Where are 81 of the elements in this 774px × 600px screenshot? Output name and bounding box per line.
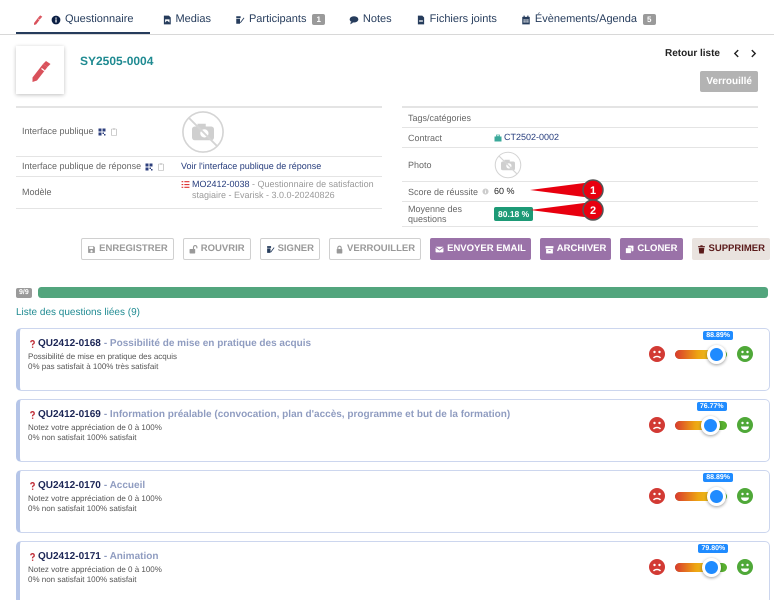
- field-label: Interface publique de réponse: [22, 160, 142, 173]
- action-button[interactable]: ENVOYER EMAIL: [430, 238, 531, 260]
- field-label: Moyenne des questions: [408, 204, 464, 224]
- section-title: Liste des questions liées (9): [15, 306, 141, 320]
- calendar-icon: [520, 14, 531, 24]
- floppy-icon: [87, 244, 96, 254]
- question-reference[interactable]: QU2412-0169: [38, 407, 101, 422]
- action-button[interactable]: SUPPRIMER: [692, 238, 770, 260]
- happy-face-icon: [737, 559, 753, 575]
- question-title: - Possibilité de mise en pratique des acquis: [104, 337, 312, 351]
- question-scale: 0% non satisfait 100% satisfait: [28, 433, 137, 443]
- sad-face-icon: [649, 417, 665, 433]
- question-mark-icon: [28, 410, 37, 420]
- score-value: 60 %: [494, 184, 515, 198]
- tab[interactable]: Participants 1: [222, 7, 337, 34]
- question-description: Possibilité de mise en pratique des acquis: [28, 352, 177, 362]
- sad-face-icon: [649, 488, 665, 504]
- field-label: Interface publique: [22, 125, 94, 138]
- archive-box-icon: [544, 244, 554, 254]
- action-button[interactable]: CLONER: [620, 238, 683, 260]
- no-photo-icon: [181, 110, 225, 154]
- count-badge: 1: [312, 14, 325, 25]
- question-mark-icon: [28, 552, 37, 562]
- question-title: - Animation: [104, 550, 158, 564]
- question-description: Notez votre appréciation de 0 à 100%: [28, 494, 162, 504]
- count-badge: 5: [643, 14, 656, 25]
- qr-code-icon: [98, 128, 106, 136]
- trash-icon: [696, 244, 706, 254]
- happy-face-icon: [737, 346, 753, 362]
- question-description: Notez votre appréciation de 0 à 100%: [28, 565, 162, 575]
- record-reference: SY2505-0004: [80, 53, 154, 70]
- field-label: Tags/catégories: [408, 112, 472, 122]
- average-badge: 80.18 %: [494, 206, 534, 222]
- briefcase-icon: [494, 134, 502, 142]
- file-icon: [416, 14, 426, 24]
- field-label: Photo: [408, 160, 432, 170]
- question-reference[interactable]: QU2412-0170: [38, 478, 101, 493]
- tab[interactable]: Notes: [336, 7, 404, 34]
- clone-icon: [625, 244, 634, 254]
- signature-icon: [234, 14, 245, 24]
- image-file-icon: [162, 14, 172, 24]
- qr-code-icon: [145, 162, 154, 170]
- unlocked-padlock-icon: [188, 244, 198, 254]
- happy-face-icon: [737, 417, 753, 433]
- sad-face-icon: [649, 559, 665, 575]
- tab[interactable]: Questionnaire: [16, 7, 150, 34]
- field-label: Modèle: [22, 186, 52, 199]
- question-title: - Accueil: [104, 479, 146, 493]
- public-response-link[interactable]: Voir l'interface publique de réponse: [181, 160, 322, 174]
- comment-icon: [348, 14, 359, 24]
- sad-face-icon: [649, 346, 665, 362]
- model-link[interactable]: MO2412-0038: [192, 179, 250, 189]
- pen-icon: [32, 14, 43, 25]
- question-scale: 0% non satisfait 100% satisfait: [28, 575, 137, 585]
- question-mark-icon: [28, 480, 37, 490]
- happy-face-icon: [737, 488, 753, 504]
- question-mark-icon: [28, 338, 37, 348]
- list-icon: [181, 180, 190, 189]
- tab[interactable]: Medias: [150, 7, 223, 34]
- question-reference[interactable]: QU2412-0171: [38, 549, 101, 564]
- clipboard-icon[interactable]: [157, 162, 166, 170]
- tab[interactable]: Évènements/Agenda 5: [508, 7, 668, 34]
- question-reference[interactable]: QU2412-0168: [38, 336, 101, 351]
- back-link[interactable]: Retour liste: [664, 46, 720, 61]
- no-photo-icon: [494, 150, 522, 178]
- envelope-icon: [435, 244, 444, 254]
- field-label: Contract: [408, 132, 442, 142]
- clipboard-icon[interactable]: [110, 128, 118, 136]
- action-button[interactable]: ARCHIVER: [540, 238, 612, 260]
- tab[interactable]: Fichiers joints: [404, 7, 509, 34]
- signature-icon: [266, 244, 275, 254]
- model-description: MO2412-0038 - Questionnaire de satisfaction stagiaire - Evarisk - 3.0.0-20240826: [192, 179, 375, 201]
- question-title: - Information préalable (convocation, plan d'accès, programme et but de la formation): [104, 408, 510, 422]
- contract-link[interactable]: CT2502-0002: [504, 130, 560, 144]
- field-label: Score de réussite: [408, 186, 478, 196]
- question-description: Notez votre appréciation de 0 à 100%: [28, 423, 162, 433]
- padlock-icon: [335, 244, 344, 254]
- question-scale: 0% non satisfait 100% satisfait: [28, 504, 137, 514]
- status-badge: Verrouillé: [700, 71, 758, 92]
- info-icon: [51, 14, 61, 24]
- question-scale: 0% pas satisfait à 100% très satisfait: [28, 362, 158, 372]
